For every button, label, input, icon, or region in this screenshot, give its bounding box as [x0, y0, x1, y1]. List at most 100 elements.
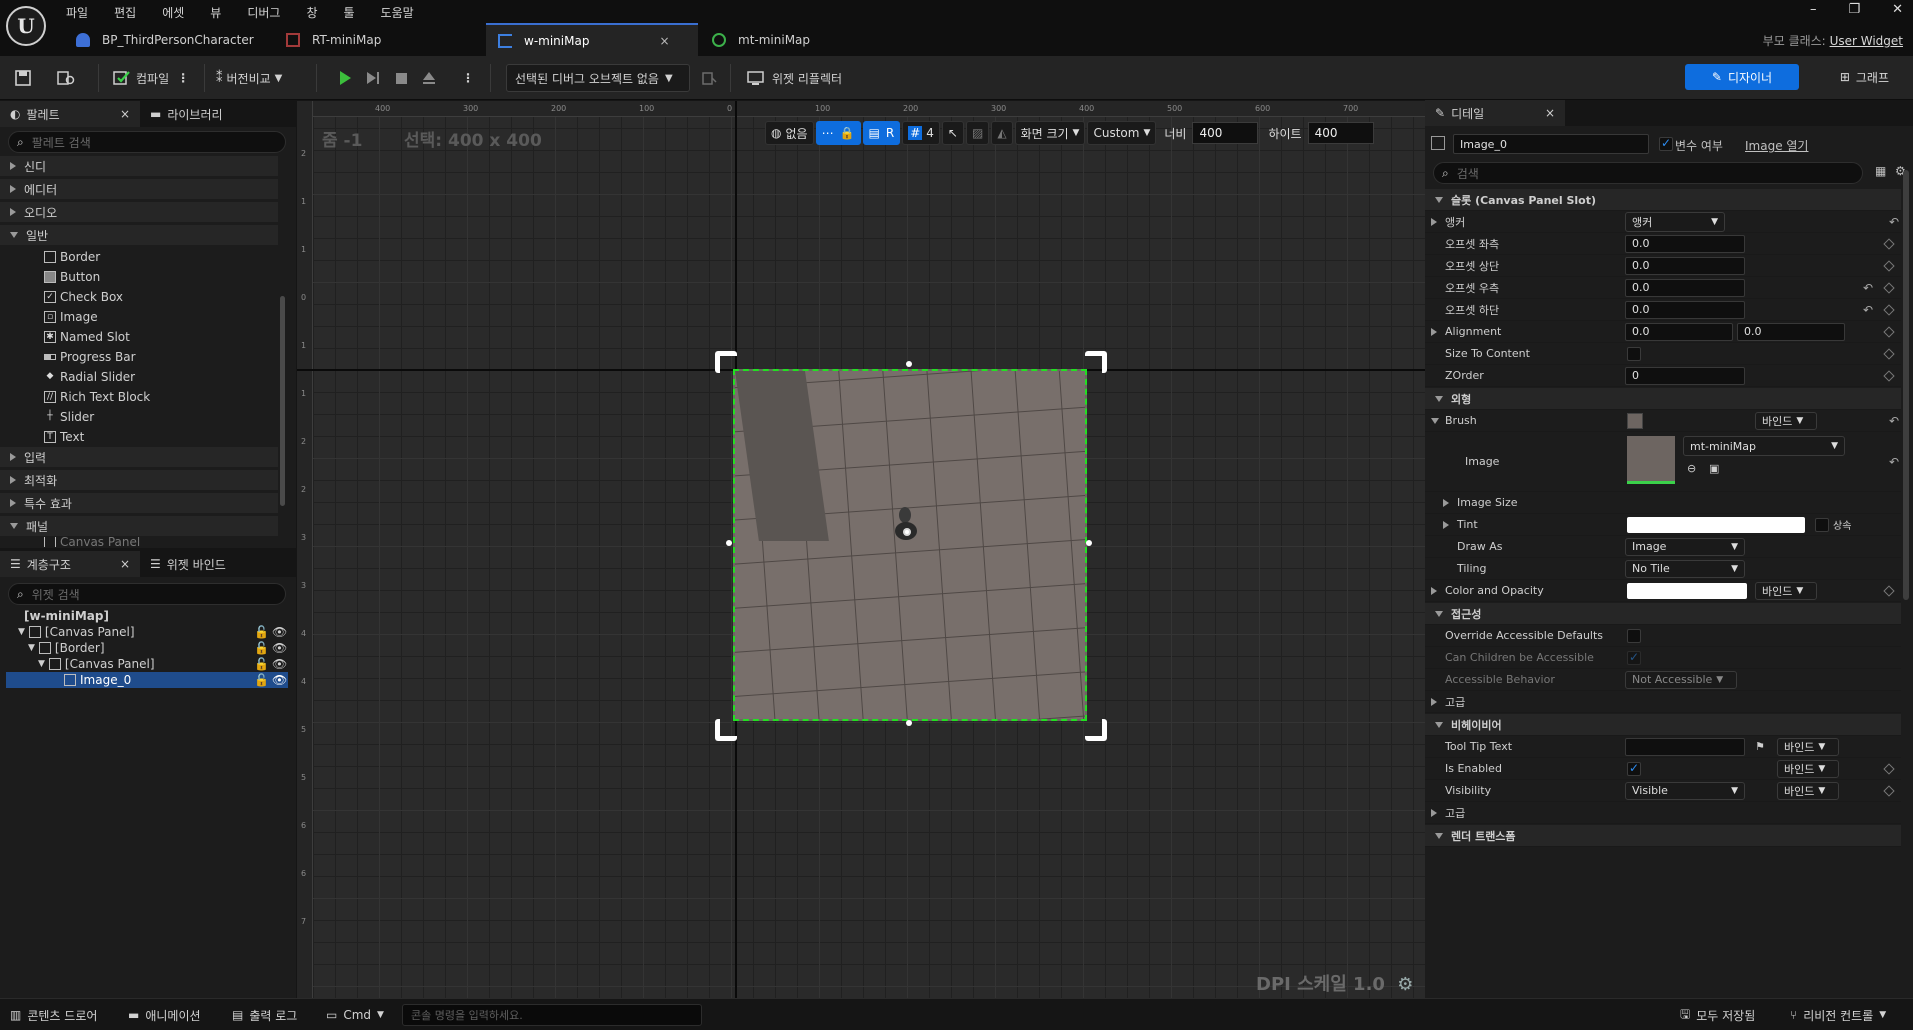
stop-button[interactable] — [392, 64, 410, 92]
size-mode-dropdown[interactable]: Custom ▼ — [1087, 121, 1157, 145]
unreal-logo-icon[interactable]: U — [6, 6, 46, 46]
parent-class-link[interactable]: User Widget — [1830, 34, 1903, 48]
cursor-tool[interactable]: ↖ — [941, 121, 964, 145]
revision-control-button[interactable]: ⑂ 리비전 컨트롤 ▼ — [1790, 1005, 1886, 1025]
palette-item-text[interactable]: T Text — [0, 427, 84, 447]
anchor-bottom-right[interactable] — [1085, 719, 1107, 741]
palette-category[interactable]: 최적화 — [0, 470, 278, 490]
debug-object-dropdown[interactable]: 선택된 디버그 오브젝트 없음 ▼ — [506, 64, 690, 92]
tab-mt-minimap[interactable]: mt-miniMap — [700, 23, 824, 56]
palette-item-named-slot[interactable]: ✱ Named Slot — [0, 327, 130, 347]
anchor-bottom-left[interactable] — [715, 719, 737, 741]
anchor-dropdown[interactable]: 앵커 ▼ — [1625, 211, 1725, 232]
palette-category[interactable]: 에디터 — [0, 179, 278, 199]
tooltip-bind-dropdown[interactable]: 바인드 ▼ — [1777, 737, 1839, 756]
output-log-button[interactable]: ▤ 출력 로그 — [232, 1005, 297, 1025]
tint-color-swatch[interactable] — [1627, 517, 1805, 533]
widget-reflector-button[interactable]: 위젯 리플렉터 — [746, 64, 842, 92]
mirror-tool[interactable]: ◭ — [991, 121, 1013, 145]
compile-button[interactable]: 컴파일 ⋮ — [112, 64, 189, 92]
height-input[interactable]: 400 — [1307, 122, 1374, 144]
tiling-dropdown[interactable]: No Tile ▼ — [1625, 559, 1745, 578]
palette-item-slider[interactable]: ┼ Slider — [0, 407, 94, 427]
reset-arrow-icon[interactable]: ↶ — [1863, 303, 1873, 317]
resize-handle-right[interactable] — [1086, 540, 1092, 546]
keyframe-diamond-icon[interactable] — [1883, 303, 1895, 316]
restore-icon[interactable]: ❐ — [1848, 2, 1860, 17]
palette-category[interactable]: 오디오 — [0, 202, 278, 222]
flag-icon[interactable]: ⚑ — [1755, 740, 1765, 753]
section-accessibility[interactable]: 접근성 — [1425, 603, 1901, 625]
open-image-link[interactable]: Image 열기 — [1745, 137, 1808, 154]
keyframe-diamond-icon[interactable] — [1883, 325, 1895, 338]
reset-arrow-icon[interactable]: ↶ — [1889, 414, 1899, 428]
palette-item-progress-bar[interactable]: Progress Bar — [0, 347, 136, 367]
tab-w-minimap[interactable]: w-miniMap × — [486, 23, 698, 56]
respect-locks-toggle[interactable]: ▤ R — [862, 121, 901, 145]
brush-bind-dropdown[interactable]: 바인드 ▼ — [1755, 411, 1817, 430]
visibility-dropdown[interactable]: Visible ▼ — [1625, 781, 1745, 800]
resize-handle-left[interactable] — [726, 540, 732, 546]
color-opacity-swatch[interactable] — [1627, 583, 1747, 599]
is-variable-checkbox[interactable] — [1659, 136, 1673, 151]
is-enabled-checkbox[interactable] — [1627, 761, 1641, 776]
diff-button[interactable]: ⁑ 버전비교 ▼ — [216, 64, 282, 92]
eject-button[interactable] — [420, 64, 438, 92]
compile-options-icon[interactable]: ⋮ — [177, 71, 189, 85]
browse-icon[interactable] — [56, 64, 76, 92]
reset-arrow-icon[interactable]: ↶ — [1889, 215, 1899, 229]
tooltip-input[interactable] — [1625, 737, 1745, 756]
palette-item-border[interactable]: Border — [0, 247, 100, 267]
hierarchy-item-selected[interactable]: Image_0 🔓 👁 — [6, 672, 288, 688]
size-to-content-checkbox[interactable] — [1627, 346, 1641, 361]
play-button[interactable] — [336, 64, 354, 92]
offset-right-input[interactable]: 0.0 — [1625, 278, 1745, 297]
section-render-transform[interactable]: 렌더 트랜스폼 — [1425, 825, 1901, 847]
menu-window[interactable]: 창 — [306, 4, 317, 21]
tab-widget-bindings[interactable]: ☰ 위젯 바인드 — [140, 551, 236, 577]
use-selected-arrow-icon[interactable]: ⊖ — [1687, 462, 1696, 475]
lock-icon[interactable]: 🔓 — [254, 657, 269, 671]
content-drawer-button[interactable]: ▥ 콘텐츠 드로어 — [10, 1005, 97, 1025]
hierarchy-item[interactable]: ▼ [Border] 🔓 👁 — [0, 640, 296, 656]
palette-item-rich-text-block[interactable]: // Rich Text Block — [0, 387, 150, 407]
reset-arrow-icon[interactable]: ↶ — [1889, 455, 1899, 469]
tab-bp-thirdpersoncharacter[interactable]: BP_ThirdPersonCharacter — [64, 23, 268, 56]
cmd-dropdown[interactable]: ▭ Cmd ▼ — [326, 1005, 384, 1025]
designer-button[interactable]: ✎ 디자이너 — [1685, 64, 1799, 90]
hierarchy-item[interactable]: ▼ [Canvas Panel] 🔓 👁 — [0, 624, 296, 640]
palette-category[interactable]: 패널 — [0, 516, 278, 536]
section-advanced[interactable]: 고급 — [1425, 691, 1901, 713]
close-window-icon[interactable]: ✕ — [1892, 2, 1903, 17]
offset-left-input[interactable]: 0.0 — [1625, 234, 1745, 253]
image-tool[interactable]: ▨ — [965, 121, 990, 145]
animation-button[interactable]: ▬ 애니메이션 — [128, 1005, 201, 1025]
palette-item-button[interactable]: Button — [0, 267, 100, 287]
details-search-input[interactable]: ⌕ 검색 — [1433, 162, 1863, 184]
palette-category[interactable]: 신디 — [0, 156, 278, 176]
grid-snap-button[interactable]: # 4 — [902, 121, 940, 145]
visibility-eye-icon[interactable]: 👁 — [272, 673, 287, 687]
tab-details[interactable]: ✎ 디테일 × — [1425, 100, 1565, 126]
menu-help[interactable]: 도움말 — [381, 4, 414, 21]
palette-category[interactable]: 입력 — [0, 447, 278, 467]
keyframe-diamond-icon[interactable] — [1883, 784, 1895, 797]
tab-hierarchy[interactable]: ☰ 계층구조 × — [0, 551, 140, 577]
visibility-eye-icon[interactable]: 👁 — [272, 625, 287, 639]
console-command-input[interactable]: 콘솔 명령을 입력하세요. — [402, 1004, 702, 1026]
width-input[interactable]: 400 — [1192, 122, 1259, 144]
offset-top-input[interactable]: 0.0 — [1625, 256, 1745, 275]
screen-size-dropdown[interactable]: 화면 크기 ▼ — [1014, 121, 1086, 145]
keyframe-diamond-icon[interactable] — [1883, 347, 1895, 360]
lock-icon[interactable]: 🔓 — [254, 673, 269, 687]
keyframe-diamond-icon[interactable] — [1883, 584, 1895, 597]
reset-arrow-icon[interactable]: ↶ — [1863, 281, 1873, 295]
save-icon[interactable] — [14, 64, 32, 92]
palette-item-image[interactable]: ▫ Image — [0, 307, 98, 327]
widget-search-input[interactable]: ⌕ 위젯 검색 — [8, 583, 286, 605]
close-tab-icon[interactable]: × — [659, 34, 669, 48]
resize-handle-bottom[interactable] — [906, 720, 912, 726]
menu-tools[interactable]: 툴 — [344, 4, 355, 21]
keyframe-diamond-icon[interactable] — [1883, 762, 1895, 775]
palette-item-checkbox[interactable]: ✓ Check Box — [0, 287, 123, 307]
